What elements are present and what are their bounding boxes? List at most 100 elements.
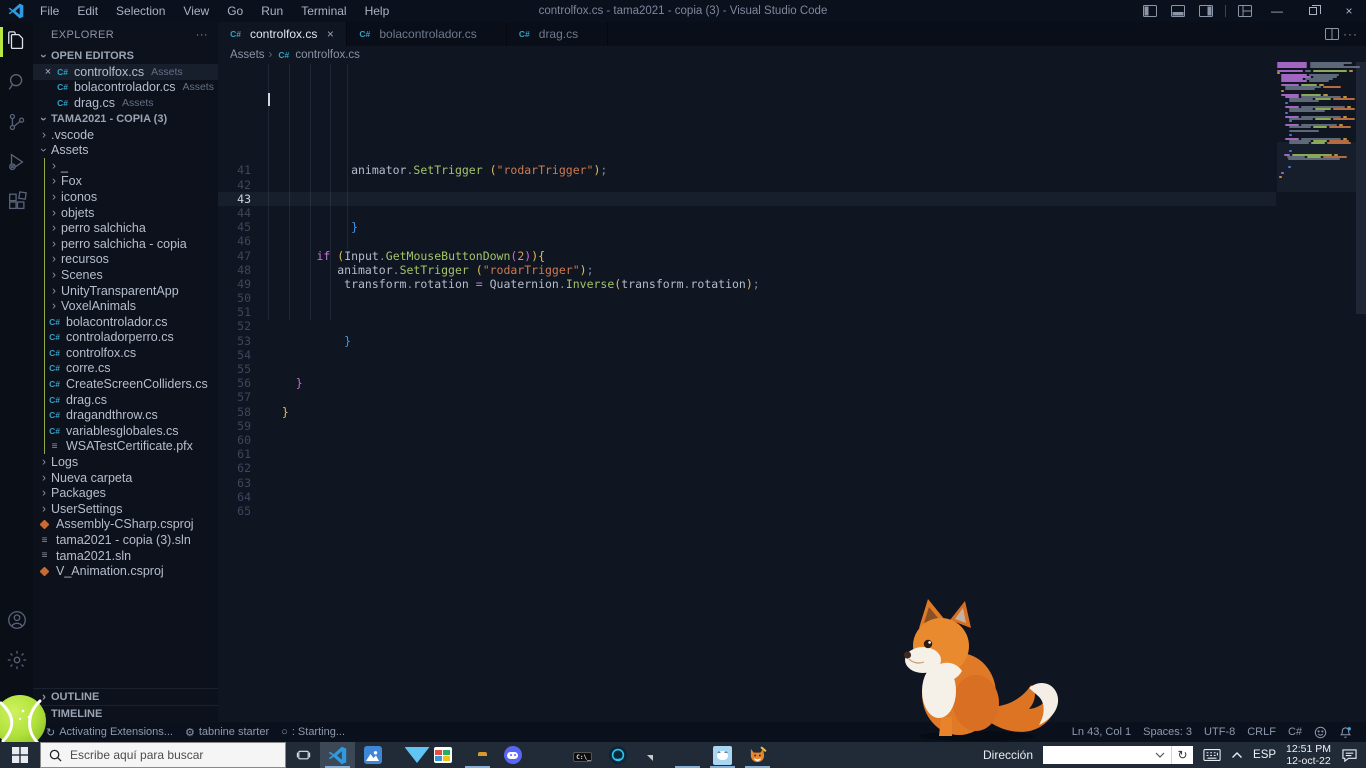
minimize-button[interactable]: —	[1260, 0, 1294, 22]
tree-item-logs[interactable]: ›Logs	[33, 454, 218, 470]
menu-item-view[interactable]: View	[175, 2, 217, 20]
tree-item-corre-cs[interactable]: C#corre.cs	[33, 361, 218, 377]
project-section-header[interactable]: ›TAMA2021 - COPIA (3)	[33, 111, 218, 127]
explorer-icon[interactable]	[0, 22, 33, 62]
tree-item-assets[interactable]: ›Assets	[33, 142, 218, 158]
status-activating-extensions-[interactable]: ↻Activating Extensions...	[40, 722, 179, 742]
taskbar-app-vscode[interactable]	[320, 742, 355, 768]
tree-item-dragandthrow-cs[interactable]: C#dragandthrow.cs	[33, 407, 218, 423]
status-feedback[interactable]	[1308, 726, 1333, 739]
tree-item-controlfox-cs[interactable]: C#controlfox.cs	[33, 345, 218, 361]
close-button[interactable]: ×	[1332, 0, 1366, 22]
tree-item-objets[interactable]: ›objets	[33, 205, 218, 221]
open-editor-controlfox.cs[interactable]: ×C#controlfox.csAssets	[33, 64, 218, 80]
menu-item-edit[interactable]: Edit	[69, 2, 106, 20]
breadcrumb-folder[interactable]: Assets	[230, 49, 265, 61]
status-crlf[interactable]: CRLF	[1241, 726, 1282, 738]
tree-item-voxelanimals[interactable]: ›VoxelAnimals	[33, 298, 218, 314]
status-bell[interactable]	[1333, 726, 1358, 739]
menu-item-terminal[interactable]: Terminal	[293, 2, 354, 20]
account-icon[interactable]	[0, 600, 33, 640]
direccion-refresh-icon[interactable]: ↻	[1171, 746, 1193, 764]
open-editors-header[interactable]: ›OPEN EDITORS	[33, 48, 218, 64]
menu-item-run[interactable]: Run	[253, 2, 291, 20]
tree-item-iconos[interactable]: ›iconos	[33, 189, 218, 205]
split-editor-icon[interactable]	[1325, 28, 1339, 40]
tree-item-assembly-csharp-csproj[interactable]: Assembly-CSharp.csproj	[33, 517, 218, 533]
tab-bolacontrolador.cs[interactable]: C#bolacontrolador.cs	[347, 22, 506, 46]
editor-more-actions-icon[interactable]: ···	[1343, 27, 1358, 41]
customize-layout-icon[interactable]	[1232, 0, 1258, 22]
status--starting-[interactable]: ○: Starting...	[275, 722, 351, 742]
tree-item-nueva-carpeta[interactable]: ›Nueva carpeta	[33, 470, 218, 486]
toggle-panel-icon[interactable]	[1165, 0, 1191, 22]
explorer-more-icon[interactable]: ···	[196, 29, 208, 41]
tree-item-bolacontrolador-cs[interactable]: C#bolacontrolador.cs	[33, 314, 218, 330]
tree-item-recursos[interactable]: ›recursos	[33, 252, 218, 268]
taskbar-app-store[interactable]	[425, 742, 460, 768]
notification-center-icon[interactable]	[1341, 748, 1358, 763]
touch-keyboard-icon[interactable]	[1203, 748, 1221, 762]
tree-item-perro-salchicha[interactable]: ›perro salchicha	[33, 220, 218, 236]
settings-gear-icon[interactable]	[0, 640, 33, 680]
tab-controlfox.cs[interactable]: C#controlfox.cs×	[218, 22, 347, 46]
taskbar-app-notepad[interactable]	[635, 742, 670, 768]
start-button[interactable]	[0, 742, 40, 768]
restore-button[interactable]	[1296, 0, 1330, 22]
tree-item-createscreencolliders-cs[interactable]: C#CreateScreenColliders.cs	[33, 376, 218, 392]
taskbar-app-foxpaint[interactable]	[740, 742, 775, 768]
tab-drag.cs[interactable]: C#drag.cs	[507, 22, 608, 46]
taskbar-app-photos[interactable]	[355, 742, 390, 768]
extensions-icon[interactable]	[0, 182, 33, 222]
tree-item-scenes[interactable]: ›Scenes	[33, 267, 218, 283]
editor-scrollbar[interactable]	[1356, 62, 1366, 314]
direccion-address-bar[interactable]: ↻	[1043, 746, 1193, 764]
tree-item-tama2021-copia-3-sln[interactable]: ≡tama2021 - copia (3).sln	[33, 532, 218, 548]
taskbar-app-mail[interactable]	[390, 742, 425, 768]
tree-item-drag-cs[interactable]: C#drag.cs	[33, 392, 218, 408]
taskbar-search-input[interactable]: Escribe aquí para buscar	[40, 742, 286, 768]
run-debug-icon[interactable]	[0, 142, 33, 182]
show-hidden-icons-chevron[interactable]	[1231, 751, 1243, 759]
status-utf-8[interactable]: UTF-8	[1198, 726, 1241, 738]
menu-item-file[interactable]: File	[32, 2, 67, 20]
status-c#[interactable]: C#	[1282, 726, 1308, 738]
taskbar-app-firefox[interactable]	[530, 742, 565, 768]
tree-item-tama2021-sln[interactable]: ≡tama2021.sln	[33, 548, 218, 564]
outline-section-header[interactable]: ›OUTLINE	[33, 688, 218, 705]
tree-item-variablesglobales-cs[interactable]: C#variablesglobales.cs	[33, 423, 218, 439]
tree-item-unitytransparentapp[interactable]: ›UnityTransparentApp	[33, 283, 218, 299]
menu-item-help[interactable]: Help	[357, 2, 398, 20]
toggle-secondary-sidebar-icon[interactable]	[1193, 0, 1219, 22]
language-indicator[interactable]: ESP	[1253, 749, 1276, 761]
tree-item-packages[interactable]: ›Packages	[33, 485, 218, 501]
status-ln-43-col-1[interactable]: Ln 43, Col 1	[1066, 726, 1137, 738]
toggle-sidebar-icon[interactable]	[1137, 0, 1163, 22]
taskbar-app-husky[interactable]	[705, 742, 740, 768]
taskbar-app-cmd[interactable]: C:\_	[565, 742, 600, 768]
tree-item-controladorperro-cs[interactable]: C#controladorperro.cs	[33, 330, 218, 346]
taskbar-app-discord[interactable]	[495, 742, 530, 768]
search-icon[interactable]	[0, 62, 33, 102]
taskbar-app-alexa[interactable]	[600, 742, 635, 768]
open-editor-drag.cs[interactable]: C#drag.csAssets	[33, 95, 218, 111]
code-area[interactable]: 41 animator.SetTrigger ("rodarTrigger");…	[218, 64, 1276, 722]
status-spaces-3[interactable]: Spaces: 3	[1137, 726, 1198, 738]
clock[interactable]: 12:51 PM 12-oct-22	[1286, 743, 1331, 767]
source-control-icon[interactable]	[0, 102, 33, 142]
breadcrumb-file[interactable]: controlfox.cs	[295, 49, 360, 61]
close-editor-icon[interactable]: ×	[41, 66, 55, 78]
tree-item-wsatestcertificate-pfx[interactable]: ≡WSATestCertificate.pfx	[33, 439, 218, 455]
taskbar-app-explorer[interactable]	[460, 742, 495, 768]
tree-item-v-animation-csproj[interactable]: V_Animation.csproj	[33, 563, 218, 579]
timeline-section-header[interactable]: ›TIMELINE	[33, 705, 218, 722]
menu-item-go[interactable]: Go	[219, 2, 251, 20]
tree-item-usersettings[interactable]: ›UserSettings	[33, 501, 218, 517]
minimap[interactable]	[1277, 62, 1356, 282]
task-view-button[interactable]	[286, 742, 320, 768]
tree-item--vscode[interactable]: ›.vscode	[33, 127, 218, 143]
status-tabnine-starter[interactable]: ⚙tabnine starter	[179, 722, 275, 742]
taskbar-app-edge[interactable]	[670, 742, 705, 768]
menu-item-selection[interactable]: Selection	[108, 2, 173, 20]
open-editor-bolacontrolador.cs[interactable]: C#bolacontrolador.csAssets	[33, 80, 218, 96]
